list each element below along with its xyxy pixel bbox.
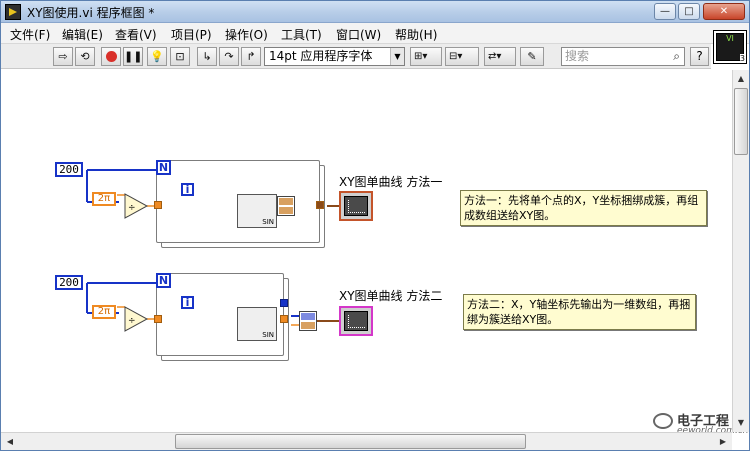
- svg-text:÷: ÷: [128, 203, 136, 213]
- menu-operate[interactable]: 操作(O): [225, 26, 268, 43]
- align-objects-dropdown[interactable]: ⊞▾: [410, 47, 442, 66]
- loop-iteration-terminal[interactable]: i: [181, 183, 194, 196]
- menu-edit[interactable]: 编辑(E): [62, 26, 103, 43]
- input-tunnel: [154, 201, 162, 209]
- font-select-value: 14pt 应用程序字体: [269, 49, 373, 63]
- graph2-label: XY图单曲线 方法二: [339, 289, 443, 303]
- graph-icon: [344, 196, 368, 216]
- toolbar: ⇨ ⟲ ❚❚ 💡 ⊡ ↳ ↷ ↱ 14pt 应用程序字体 ▼ ⊞▾ ⊟▾ ⇄▾ …: [1, 44, 711, 69]
- svg-text:÷: ÷: [128, 316, 136, 326]
- numeric-constant-200[interactable]: 200: [55, 275, 83, 290]
- output-tunnel-y: [280, 315, 288, 323]
- menu-bar: 文件(F) 编辑(E) 查看(V) 项目(P) 操作(O) 工具(T) 窗口(W…: [1, 23, 749, 44]
- menu-file[interactable]: 文件(F): [10, 26, 50, 43]
- loop-count-terminal[interactable]: N: [156, 160, 171, 175]
- menu-tools[interactable]: 工具(T): [281, 26, 322, 43]
- graph-icon: [344, 311, 368, 331]
- scroll-up-icon[interactable]: ▲: [734, 71, 748, 87]
- close-button[interactable]: ✕: [703, 3, 745, 20]
- input-tunnel: [154, 315, 162, 323]
- vi-icon-number: 3: [739, 54, 745, 63]
- vertical-scrollbar[interactable]: ▲ ▼: [732, 70, 749, 432]
- title-bar[interactable]: XY图使用.vi 程序框图 * — □ ✕: [1, 1, 749, 23]
- minimize-button[interactable]: —: [654, 3, 676, 20]
- loop-iteration-terminal[interactable]: i: [181, 296, 194, 309]
- menu-view[interactable]: 查看(V): [115, 26, 157, 43]
- context-help-button[interactable]: ?: [690, 47, 709, 66]
- distribute-objects-dropdown[interactable]: ⊟▾: [445, 47, 479, 66]
- sin-label: SIN: [262, 218, 274, 226]
- step-out-icon[interactable]: ↱: [241, 47, 261, 66]
- sine-function[interactable]: SIN: [237, 194, 277, 228]
- run-arrow-icon[interactable]: ⇨: [53, 47, 73, 66]
- search-icon[interactable]: ⌕: [673, 48, 680, 65]
- scroll-right-icon[interactable]: ▶: [716, 434, 730, 449]
- bundle-input-y: [279, 207, 293, 214]
- vertical-scroll-thumb[interactable]: [734, 88, 748, 155]
- window-title: XY图使用.vi 程序框图 *: [27, 6, 155, 20]
- bundle-input-x-array: [301, 313, 315, 320]
- step-over-icon[interactable]: ↷: [219, 47, 239, 66]
- numeric-constant-200[interactable]: 200: [55, 162, 83, 177]
- scroll-down-icon[interactable]: ▼: [734, 415, 748, 431]
- font-select[interactable]: 14pt 应用程序字体 ▼: [264, 47, 405, 66]
- two-pi-constant[interactable]: 2π: [92, 192, 116, 206]
- bundle-input-x: [279, 198, 293, 205]
- run-continuously-icon[interactable]: ⟲: [75, 47, 95, 66]
- xy-graph-terminal-2[interactable]: [339, 306, 373, 336]
- maximize-button[interactable]: □: [678, 3, 700, 20]
- block-diagram-canvas[interactable]: ÷ × ÷ × 200 2π N i SIN: [1, 70, 748, 448]
- xy-graph-terminal-1[interactable]: [339, 191, 373, 221]
- labview-window: XY图使用.vi 程序框图 * — □ ✕ 文件(F) 编辑(E) 查看(V) …: [0, 0, 750, 451]
- menu-project[interactable]: 项目(P): [171, 26, 212, 43]
- reorder-dropdown[interactable]: ⇄▾: [484, 47, 516, 66]
- scroll-left-icon[interactable]: ◀: [3, 434, 17, 449]
- retain-wire-values-icon[interactable]: ⊡: [170, 47, 190, 66]
- pause-icon[interactable]: ❚❚: [123, 47, 143, 66]
- sin-label: SIN: [262, 331, 274, 339]
- wires-layer: ÷ × ÷ ×: [86, 169, 341, 344]
- vi-app-icon: [5, 4, 21, 20]
- highlight-execution-icon[interactable]: 💡: [147, 47, 167, 66]
- menu-help[interactable]: 帮助(H): [395, 26, 437, 43]
- output-tunnel-x: [280, 299, 288, 307]
- loop-count-terminal[interactable]: N: [156, 273, 171, 288]
- graph1-label: XY图单曲线 方法一: [339, 175, 443, 189]
- step-into-icon[interactable]: ↳: [197, 47, 217, 66]
- search-input[interactable]: 搜索 ⌕: [561, 47, 685, 66]
- bundle-input-y-array: [301, 322, 315, 329]
- search-placeholder: 搜索: [565, 49, 590, 63]
- horizontal-scrollbar[interactable]: ◀ ▶: [1, 432, 732, 450]
- bundle-function[interactable]: [299, 311, 317, 331]
- bundle-function[interactable]: [277, 196, 295, 216]
- horizontal-scroll-thumb[interactable]: [175, 434, 526, 449]
- menu-window[interactable]: 窗口(W): [336, 26, 381, 43]
- vi-connector-icon[interactable]: VI 3: [713, 30, 747, 64]
- two-pi-constant[interactable]: 2π: [92, 305, 116, 319]
- sine-function[interactable]: SIN: [237, 307, 277, 341]
- watermark-logo-icon: [653, 413, 673, 429]
- chevron-down-icon: ▼: [390, 48, 404, 65]
- abort-icon[interactable]: [101, 47, 121, 66]
- comment-method-1[interactable]: 方法一：先将单个点的X，Y坐标捆绑成簇，再组成数组送给XY图。: [460, 190, 707, 226]
- output-tunnel: [316, 201, 324, 209]
- comment-method-2[interactable]: 方法二：X，Y轴坐标先输出为一维数组，再捆绑为簇送给XY图。: [463, 294, 696, 330]
- clean-up-diagram-icon[interactable]: ✎: [520, 47, 544, 66]
